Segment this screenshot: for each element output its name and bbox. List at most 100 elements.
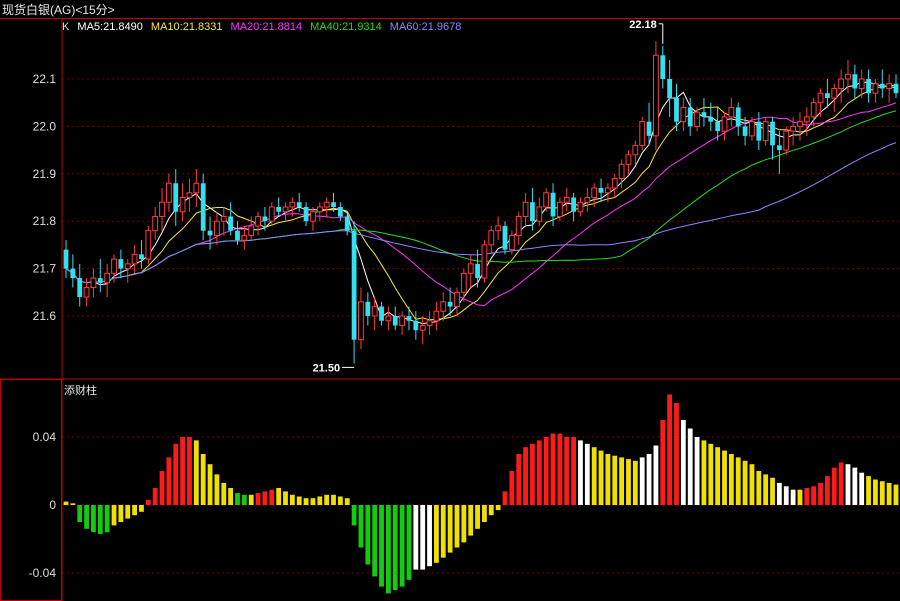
histogram-bar	[838, 462, 844, 505]
histogram-bar	[461, 505, 467, 543]
histogram-bar	[790, 489, 796, 505]
histogram-bar	[701, 440, 707, 505]
histogram-bar	[317, 496, 323, 505]
candle-body	[145, 230, 152, 260]
candle-body	[316, 206, 323, 213]
histogram-bar	[385, 505, 391, 594]
histogram-bar	[173, 443, 179, 505]
candle-body	[749, 121, 755, 137]
histogram-bar	[111, 505, 117, 526]
candle-body	[632, 144, 639, 156]
histogram-bar	[825, 476, 830, 505]
histogram-bar	[118, 505, 124, 522]
candle-body	[810, 102, 817, 118]
candle-body	[879, 83, 885, 89]
chart-canvas[interactable]: 21.6 21.7 21.8 21.9 22.0 22.1 22.18 21.50 0.04 0 -…	[0, 0, 900, 601]
candle-body	[756, 121, 762, 141]
candle-body	[639, 121, 646, 146]
histogram-bar	[337, 496, 343, 505]
histogram-bar	[214, 474, 220, 505]
candle-body	[886, 83, 893, 89]
candle-body	[515, 215, 522, 236]
candle-body	[63, 249, 69, 269]
histogram-bar	[879, 481, 885, 505]
histogram-bar	[228, 488, 234, 505]
candle-body	[173, 183, 179, 212]
candle-body	[488, 230, 495, 246]
candle-body	[248, 225, 255, 236]
histogram-bar	[420, 505, 426, 570]
candle-body	[584, 197, 591, 203]
histogram-bar	[728, 454, 734, 505]
candle-body	[392, 316, 398, 326]
histogram-bar	[447, 505, 453, 553]
histogram-bar	[708, 443, 714, 505]
candle-body	[331, 202, 336, 207]
histogram-bar	[125, 505, 131, 519]
histogram-bar	[523, 447, 528, 505]
histogram-bar	[132, 505, 137, 516]
histogram-bar	[262, 491, 268, 505]
candle-body	[268, 206, 275, 222]
histogram-bar	[427, 505, 432, 567]
histogram-bar	[488, 505, 494, 516]
candle-body	[790, 125, 797, 132]
histogram-bar	[886, 482, 892, 505]
histogram-bar	[248, 494, 254, 505]
histogram-bar	[159, 471, 165, 505]
candle-body	[413, 320, 419, 331]
candle-body	[228, 216, 234, 231]
candle-body	[556, 201, 563, 217]
candle-body	[653, 54, 659, 137]
histogram-bar	[303, 498, 309, 505]
histogram-bar	[536, 440, 542, 505]
candle-body	[433, 310, 440, 322]
candle-body	[508, 234, 515, 251]
histogram-bar	[276, 488, 282, 505]
histogram-bar	[289, 494, 295, 505]
histogram-bar	[187, 437, 192, 505]
histogram-bar	[379, 505, 384, 587]
histogram-bar	[516, 454, 522, 505]
histogram-bar	[543, 437, 549, 505]
candle-body	[701, 112, 707, 117]
histogram-bar	[804, 488, 810, 505]
histogram-bar	[255, 493, 261, 505]
histogram-bar	[632, 460, 638, 505]
histogram-bar	[495, 505, 501, 511]
candle-body	[186, 192, 193, 198]
candle-body	[687, 107, 693, 127]
histogram-bar	[413, 505, 419, 570]
histogram-bar	[612, 455, 618, 505]
histogram-bar	[91, 505, 96, 533]
candle-body	[152, 215, 159, 232]
candle-body	[460, 272, 467, 293]
candle-body	[139, 254, 144, 260]
candle-body	[536, 206, 543, 222]
histogram-bar	[811, 486, 817, 505]
ma5-line	[65, 81, 897, 325]
histogram-bar	[687, 428, 693, 505]
candle-body	[577, 201, 584, 213]
histogram-bar	[283, 491, 288, 505]
histogram-bar	[564, 437, 570, 505]
candle-body	[200, 183, 206, 231]
candle-body	[852, 74, 858, 89]
candle-body	[97, 278, 103, 283]
histogram-bar	[639, 457, 645, 505]
histogram-bar	[152, 488, 158, 505]
sub-y-tick-label: -0.04	[29, 566, 57, 580]
histogram-bar	[310, 498, 316, 505]
candle-body	[358, 301, 364, 341]
candle-body	[241, 234, 248, 241]
histogram-bar	[351, 505, 357, 526]
ma10-line	[65, 84, 897, 321]
candle-body	[104, 272, 111, 284]
histogram-bar	[331, 494, 336, 505]
candle-body	[406, 316, 412, 321]
candle-body	[165, 182, 172, 203]
histogram-bar	[97, 505, 103, 534]
histogram-bar	[372, 505, 378, 577]
candle-body	[323, 201, 330, 208]
candle-body	[475, 263, 480, 279]
